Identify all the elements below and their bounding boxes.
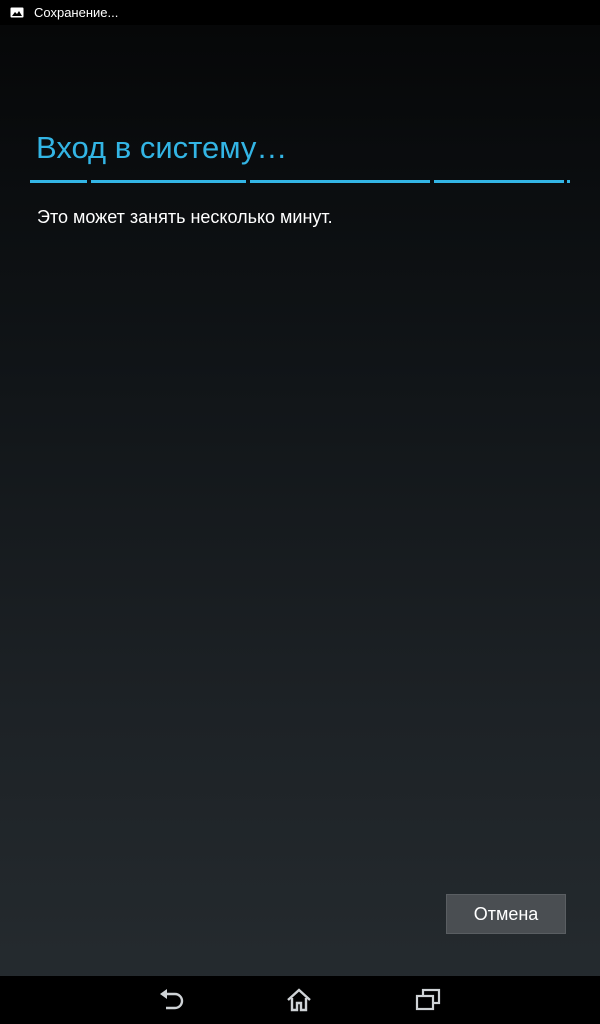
dialog-message: Это может занять несколько минут.: [37, 207, 333, 227]
progress-segment: [30, 180, 87, 183]
cancel-button[interactable]: Отмена: [446, 894, 566, 934]
back-icon: [160, 989, 184, 1010]
progress-segment: [567, 180, 570, 183]
progress-bar: [0, 180, 600, 184]
image-icon: [10, 7, 24, 18]
recent-apps-button[interactable]: [408, 984, 448, 1016]
back-button[interactable]: [152, 984, 192, 1016]
status-notification-text: Сохранение...: [34, 5, 119, 20]
progress-segment: [91, 180, 246, 183]
home-icon: [287, 988, 311, 1012]
recent-apps-icon: [415, 988, 441, 1011]
progress-segment: [434, 180, 564, 183]
home-button[interactable]: [279, 984, 319, 1016]
progress-segment: [250, 180, 430, 183]
navigation-bar: [0, 976, 600, 1024]
page-title: Вход в систему…: [36, 130, 288, 165]
status-bar: Сохранение...: [0, 0, 600, 25]
